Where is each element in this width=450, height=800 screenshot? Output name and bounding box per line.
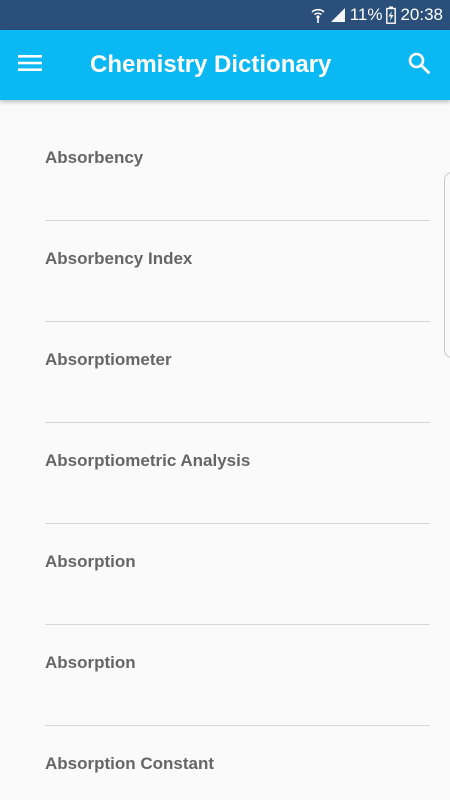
list-item-label: Absorptiometer [45, 350, 172, 369]
fast-scroll-handle[interactable] [444, 172, 450, 358]
list-item[interactable]: Absorptiometer [45, 322, 430, 423]
wifi-icon [310, 6, 326, 24]
app-title: Chemistry Dictionary [90, 51, 332, 78]
status-icons: 11% 20:38 [310, 0, 443, 30]
battery-charging-icon [386, 6, 397, 24]
list-item-label: Absorbency [45, 148, 144, 167]
clock: 20:38 [400, 5, 443, 24]
status-bar: 11% 20:38 [0, 0, 450, 30]
search-button[interactable] [402, 48, 436, 82]
list-item-label: Absorption Constant [45, 754, 215, 773]
list-item-label: Absorption [45, 653, 136, 672]
term-list[interactable]: Absorbency Absorbency Index Absorptiomet… [0, 100, 450, 800]
list-item[interactable]: Absorbency Index [45, 221, 430, 322]
list-item-label: Absorptiometric Analysis [45, 451, 251, 470]
battery-percent: 11% [349, 5, 383, 24]
list-item[interactable]: Absorptiometric Analysis [45, 423, 430, 524]
signal-icon [330, 7, 346, 23]
list-item-label: Absorbency Index [45, 249, 193, 268]
app-bar: Chemistry Dictionary [0, 30, 450, 100]
menu-button[interactable] [12, 48, 48, 82]
list-item[interactable]: Absorption [45, 625, 430, 726]
list-item[interactable]: Absorbency [45, 120, 430, 221]
hamburger-menu-icon [17, 53, 43, 78]
list-item[interactable]: Absorption Constant [45, 726, 430, 800]
list-item[interactable]: Absorption [45, 524, 430, 625]
search-icon [407, 51, 431, 80]
list-item-label: Absorption [45, 552, 136, 571]
